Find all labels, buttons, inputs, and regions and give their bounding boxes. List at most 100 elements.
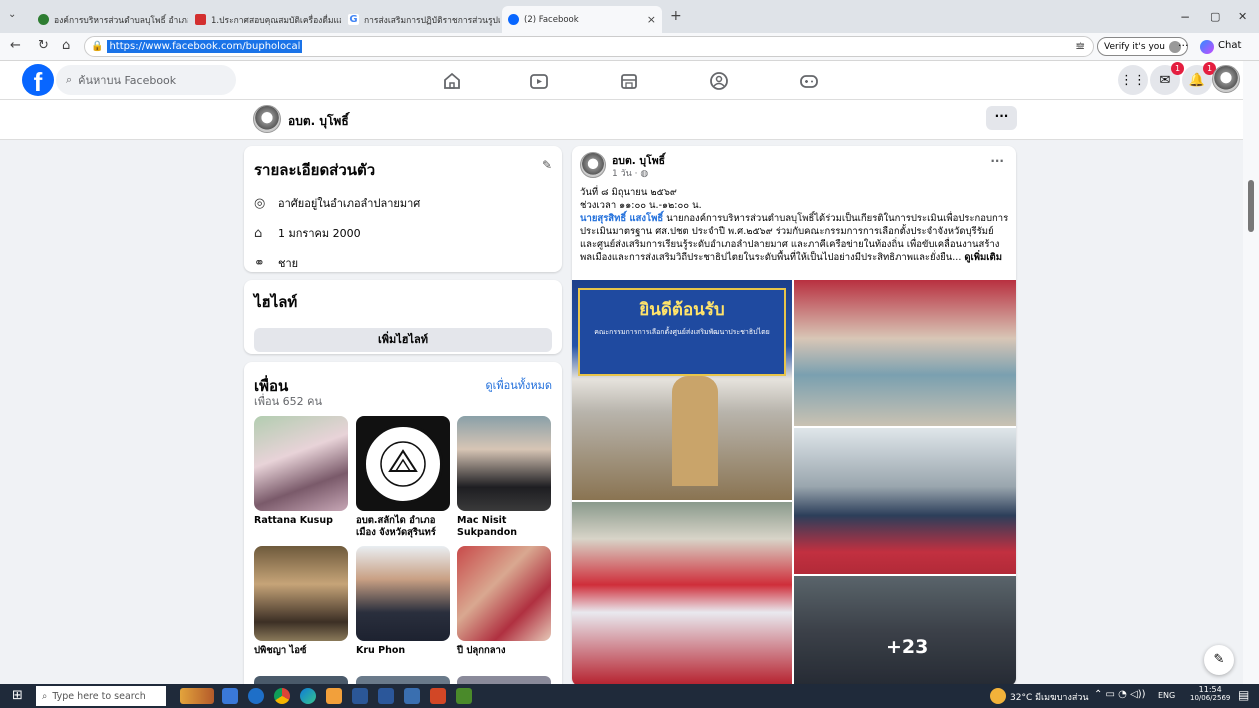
friend-photo[interactable] [457, 546, 551, 641]
friend-name[interactable]: ปี ปลุกกลาง [457, 645, 551, 657]
favorites-icon[interactable]: ≡ [1075, 39, 1085, 53]
browser-tab-strip: ⌄ องค์การบริหารส่วนตำบลบุโพธิ์ อำเภอลำ ×… [0, 0, 1259, 33]
messenger-icon[interactable]: ✉ 1 [1150, 62, 1184, 95]
profile-more-button[interactable]: ··· [986, 106, 1017, 130]
page-name[interactable]: อบต. บุโพธิ์ [288, 112, 349, 131]
news-widget-icon[interactable] [180, 688, 214, 704]
refresh-icon[interactable]: ↻ [38, 38, 49, 53]
new-tab-button[interactable]: + [670, 8, 682, 24]
groups-nav-icon[interactable] [708, 70, 730, 92]
close-window-button[interactable]: ✕ [1238, 10, 1247, 23]
post-photo-5[interactable]: +23 [794, 576, 1016, 686]
verify-label: Verify it's you [1104, 41, 1165, 52]
friend-item[interactable]: Rattana Kusup [254, 416, 348, 527]
browser-tab-2[interactable]: 1.ประกาศสอบคุณสมบัติเครื่องดื่มแอลกอฮอล์… [189, 6, 341, 33]
tab-actions-icon[interactable]: ⌄ [8, 9, 16, 20]
friend-name[interactable]: Mac Nisit Sukpandon [457, 515, 551, 539]
friend-item[interactable]: Kru Phon [356, 546, 450, 657]
url-bar[interactable]: 🔒 https://www.facebook.com/bupholocal ☆ [84, 36, 1094, 57]
post-author-avatar[interactable] [580, 152, 606, 178]
friend-name[interactable]: ปพิชญา ไอซ์ [254, 645, 348, 657]
more-photos-count[interactable]: +23 [886, 636, 928, 658]
post-timestamp[interactable]: 1 วัน · ◍ [612, 166, 648, 180]
friend-item[interactable]: Mac Nisit Sukpandon [457, 416, 551, 539]
friend-name[interactable]: Kru Phon [356, 645, 450, 657]
weather-text[interactable]: 32°C มีเมฆบางส่วน [1010, 690, 1089, 704]
more-menu-icon[interactable]: ··· [1178, 39, 1189, 52]
friend-item[interactable]: ปี ปลุกกลาง [457, 546, 551, 657]
windows-start-icon[interactable]: ⊞ [12, 688, 23, 703]
powerpoint-icon[interactable] [430, 688, 446, 704]
weather-icon[interactable] [990, 688, 1006, 704]
see-all-friends-link[interactable]: ดูเพื่อนทั้งหมด [485, 376, 552, 394]
browser-tab-3[interactable]: G การส่งเสริมการปฏิบัติราชการส่วนรูปแบบ … [342, 6, 500, 33]
post-photo-3[interactable] [794, 428, 1016, 574]
gaming-nav-icon[interactable] [798, 70, 820, 92]
page-avatar[interactable] [253, 105, 281, 133]
menu-grid-icon[interactable]: ⋮⋮ [1118, 65, 1148, 95]
friend-photo[interactable] [356, 546, 450, 641]
verify-profile-button[interactable]: Verify it's you [1097, 37, 1188, 56]
facebook-logo-icon[interactable]: f [22, 64, 54, 97]
app-icon[interactable] [456, 688, 472, 704]
internet-explorer-icon[interactable] [248, 688, 264, 704]
photos-icon[interactable] [404, 688, 420, 704]
browser-tab-4[interactable]: (2) Facebook × [502, 6, 662, 33]
post-photo-1[interactable]: ยินดีต้อนรับ คณะกรรมการการเลือกตั้งศูนย์… [572, 280, 792, 500]
post-text: วันที่ ๘ มิถุนายน ๒๕๖๙ ช่วงเวลา ๑๑:๐๐ น.… [580, 186, 1010, 264]
friend-name[interactable]: Rattana Kusup [254, 515, 348, 527]
clock[interactable]: 11:54 10/06/2569 [1190, 685, 1230, 702]
task-view-icon[interactable] [222, 688, 238, 704]
store-icon[interactable] [352, 688, 368, 704]
friend-photo[interactable] [356, 416, 450, 511]
notifications-bell-icon[interactable]: 🔔 1 [1182, 62, 1216, 95]
tray-icons[interactable]: ⌃ ▭ ◔ ◁)) [1094, 689, 1146, 700]
scrollbar-thumb[interactable] [1248, 180, 1254, 232]
edit-pencil-icon[interactable]: ✎ [542, 158, 552, 182]
chat-label[interactable]: Chat [1218, 40, 1241, 51]
folder-icon[interactable] [326, 688, 342, 704]
see-more-link[interactable]: ดูเพิ่มเติม [964, 252, 1002, 263]
search-icon: ⌕ [42, 690, 48, 702]
facebook-search-input[interactable]: ⌕ ค้นหาบน Facebook [56, 65, 236, 95]
notification-center-icon[interactable]: ▤ [1238, 688, 1249, 702]
messenger-badge: 1 [1171, 62, 1184, 75]
friend-item[interactable]: ปพิชญา ไอซ์ [254, 546, 348, 657]
friend-name[interactable]: อบต.สลักได อำเภอเมือง จังหวัดสุรินทร์ [356, 515, 450, 539]
language-indicator[interactable]: ENG [1158, 691, 1175, 700]
welcome-banner: ยินดีต้อนรับ คณะกรรมการการเลือกตั้งศูนย์… [578, 288, 786, 376]
taskbar-search-placeholder: Type here to search [52, 690, 146, 702]
post-mention-link[interactable]: นายสุรสิทธิ์ แสงโพธิ์ [580, 213, 663, 224]
post-more-button[interactable]: ··· [990, 154, 1004, 168]
friend-photo[interactable] [254, 546, 348, 641]
maximize-button[interactable]: ▢ [1210, 10, 1220, 23]
marketplace-nav-icon[interactable] [618, 70, 640, 92]
chrome-icon[interactable] [274, 688, 290, 704]
friend-photo[interactable] [457, 416, 551, 511]
post-photo-4[interactable] [572, 502, 792, 686]
banner-subtitle: คณะกรรมการการเลือกตั้งศูนย์ส่งเสริมพัฒนา… [594, 328, 770, 336]
video-nav-icon[interactable] [528, 70, 550, 92]
friend-item[interactable]: อบต.สลักได อำเภอเมือง จังหวัดสุรินทร์ [356, 416, 450, 539]
speaker-figure [672, 376, 718, 486]
word-icon[interactable] [378, 688, 394, 704]
minimize-button[interactable]: − [1180, 10, 1190, 24]
home-icon[interactable]: ⌂ [62, 38, 70, 53]
browser-tab-1[interactable]: องค์การบริหารส่วนตำบลบุโพธิ์ อำเภอลำ × [32, 6, 188, 33]
edge-icon[interactable] [300, 688, 316, 704]
back-arrow-icon[interactable]: ← [10, 38, 21, 53]
friend-photo[interactable] [254, 416, 348, 511]
home-nav-icon[interactable] [441, 70, 463, 92]
add-highlights-button[interactable]: เพิ่มไฮไลท์ [254, 328, 552, 352]
page-scrollbar[interactable] [1243, 61, 1259, 684]
pdf-favicon-icon [195, 14, 206, 25]
post-photo-2[interactable] [794, 280, 1016, 426]
photo-overlay [794, 576, 1016, 686]
copilot-icon[interactable] [1200, 40, 1214, 54]
url-text[interactable]: https://www.facebook.com/bupholocal [107, 40, 303, 53]
location-pin-icon: ◎ [254, 195, 266, 211]
close-tab-icon[interactable]: × [643, 13, 656, 26]
taskbar-search-input[interactable]: ⌕ Type here to search [36, 686, 166, 706]
new-message-button[interactable]: ✎ [1204, 645, 1234, 675]
account-avatar[interactable] [1212, 65, 1240, 93]
